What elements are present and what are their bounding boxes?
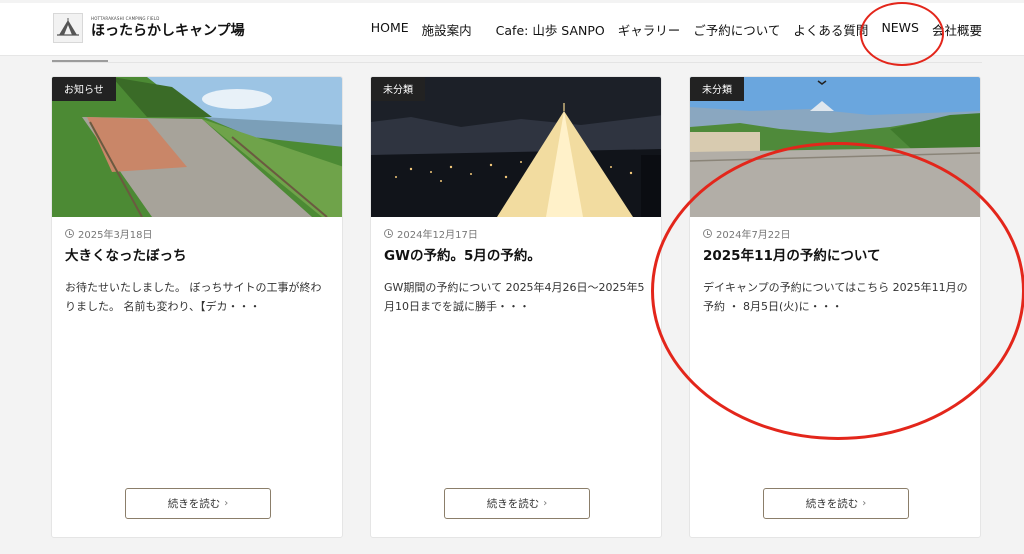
nav-cafe[interactable]: Cafe: 山歩 SANPO bbox=[496, 20, 605, 39]
clock-icon bbox=[65, 229, 74, 238]
read-more-button[interactable]: 続きを読む › bbox=[763, 488, 909, 519]
nav-facilities[interactable]: 施設案内 bbox=[422, 20, 472, 39]
date-text: 2024年12月17日 bbox=[397, 230, 478, 241]
card-thumbnail[interactable]: 未分類 bbox=[371, 77, 661, 217]
post-excerpt: お待たせいたしました。 ぼっちサイトの工事が終わりました。 名前も変わり、【デカ… bbox=[65, 281, 322, 313]
nav-gallery[interactable]: ギャラリー bbox=[618, 20, 681, 39]
tab-divider bbox=[52, 62, 982, 63]
post-excerpt: デイキャンプの予約についてはこちら 2025年11月の予約 ・ 8月5日(火)に… bbox=[703, 281, 968, 313]
post-date: 2024年12月17日 bbox=[384, 226, 478, 241]
news-card[interactable]: 未分類 2024年7月22日 2025年11月の予約について デイキャンプの予約… bbox=[689, 76, 981, 538]
news-card[interactable]: お知らせ 2025年3月18日 大きくなったぼっち お待たせいたしました。 ぼっ… bbox=[51, 76, 343, 538]
category-badge: 未分類 bbox=[371, 77, 425, 101]
chevron-right-icon: › bbox=[543, 498, 548, 509]
post-date: 2025年3月18日 bbox=[65, 226, 153, 241]
date-text: 2025年3月18日 bbox=[78, 230, 153, 241]
logo-text: HOTTARAKASHI CAMPING FIELD ほったらかしキャンプ場 bbox=[91, 16, 245, 40]
nav-home[interactable]: HOME bbox=[371, 20, 409, 39]
post-excerpt: GW期間の予約について 2025年4月26日〜2025年5月10日までを誠に勝手… bbox=[384, 281, 645, 313]
post-date: 2024年7月22日 bbox=[703, 226, 791, 241]
category-badge: 未分類 bbox=[690, 77, 744, 101]
tent-logo-icon bbox=[53, 13, 83, 43]
read-more-button[interactable]: 続きを読む › bbox=[125, 488, 271, 519]
nav-news[interactable]: NEWS bbox=[881, 20, 919, 39]
read-more-label: 続きを読む bbox=[805, 498, 859, 510]
card-thumbnail[interactable]: お知らせ bbox=[52, 77, 342, 217]
post-title[interactable]: GWの予約。5月の予約。 bbox=[384, 244, 541, 264]
read-more-label: 続きを読む bbox=[486, 498, 540, 510]
date-text: 2024年7月22日 bbox=[716, 230, 791, 241]
category-badge: お知らせ bbox=[52, 77, 116, 101]
nav-faq[interactable]: よくある質問 bbox=[793, 20, 868, 39]
site-logo[interactable]: HOTTARAKASHI CAMPING FIELD ほったらかしキャンプ場 bbox=[53, 13, 245, 43]
read-more-button[interactable]: 続きを読む › bbox=[444, 488, 590, 519]
clock-icon bbox=[703, 229, 712, 238]
chevron-right-icon: › bbox=[224, 498, 229, 509]
site-header: HOTTARAKASHI CAMPING FIELD ほったらかしキャンプ場 H… bbox=[0, 0, 1024, 56]
post-title[interactable]: 大きくなったぼっち bbox=[65, 244, 187, 264]
logo-name: ほったらかしキャンプ場 bbox=[91, 23, 245, 39]
header-top-strip bbox=[0, 0, 1024, 3]
main-nav: HOME 施設案内 Cafe: 山歩 SANPO ギャラリー ご予約について よ… bbox=[371, 20, 982, 39]
chevron-right-icon: › bbox=[862, 498, 867, 509]
nav-company[interactable]: 会社概要 bbox=[932, 20, 982, 39]
news-card[interactable]: 未分類 2024年12月17日 GWの予約。5月の予約。 GW期間の予約について… bbox=[370, 76, 662, 538]
post-title[interactable]: 2025年11月の予約について bbox=[703, 244, 880, 264]
clock-icon bbox=[384, 229, 393, 238]
read-more-label: 続きを読む bbox=[167, 498, 221, 510]
nav-reservation[interactable]: ご予約について bbox=[693, 20, 780, 39]
card-thumbnail[interactable]: 未分類 bbox=[690, 77, 980, 217]
